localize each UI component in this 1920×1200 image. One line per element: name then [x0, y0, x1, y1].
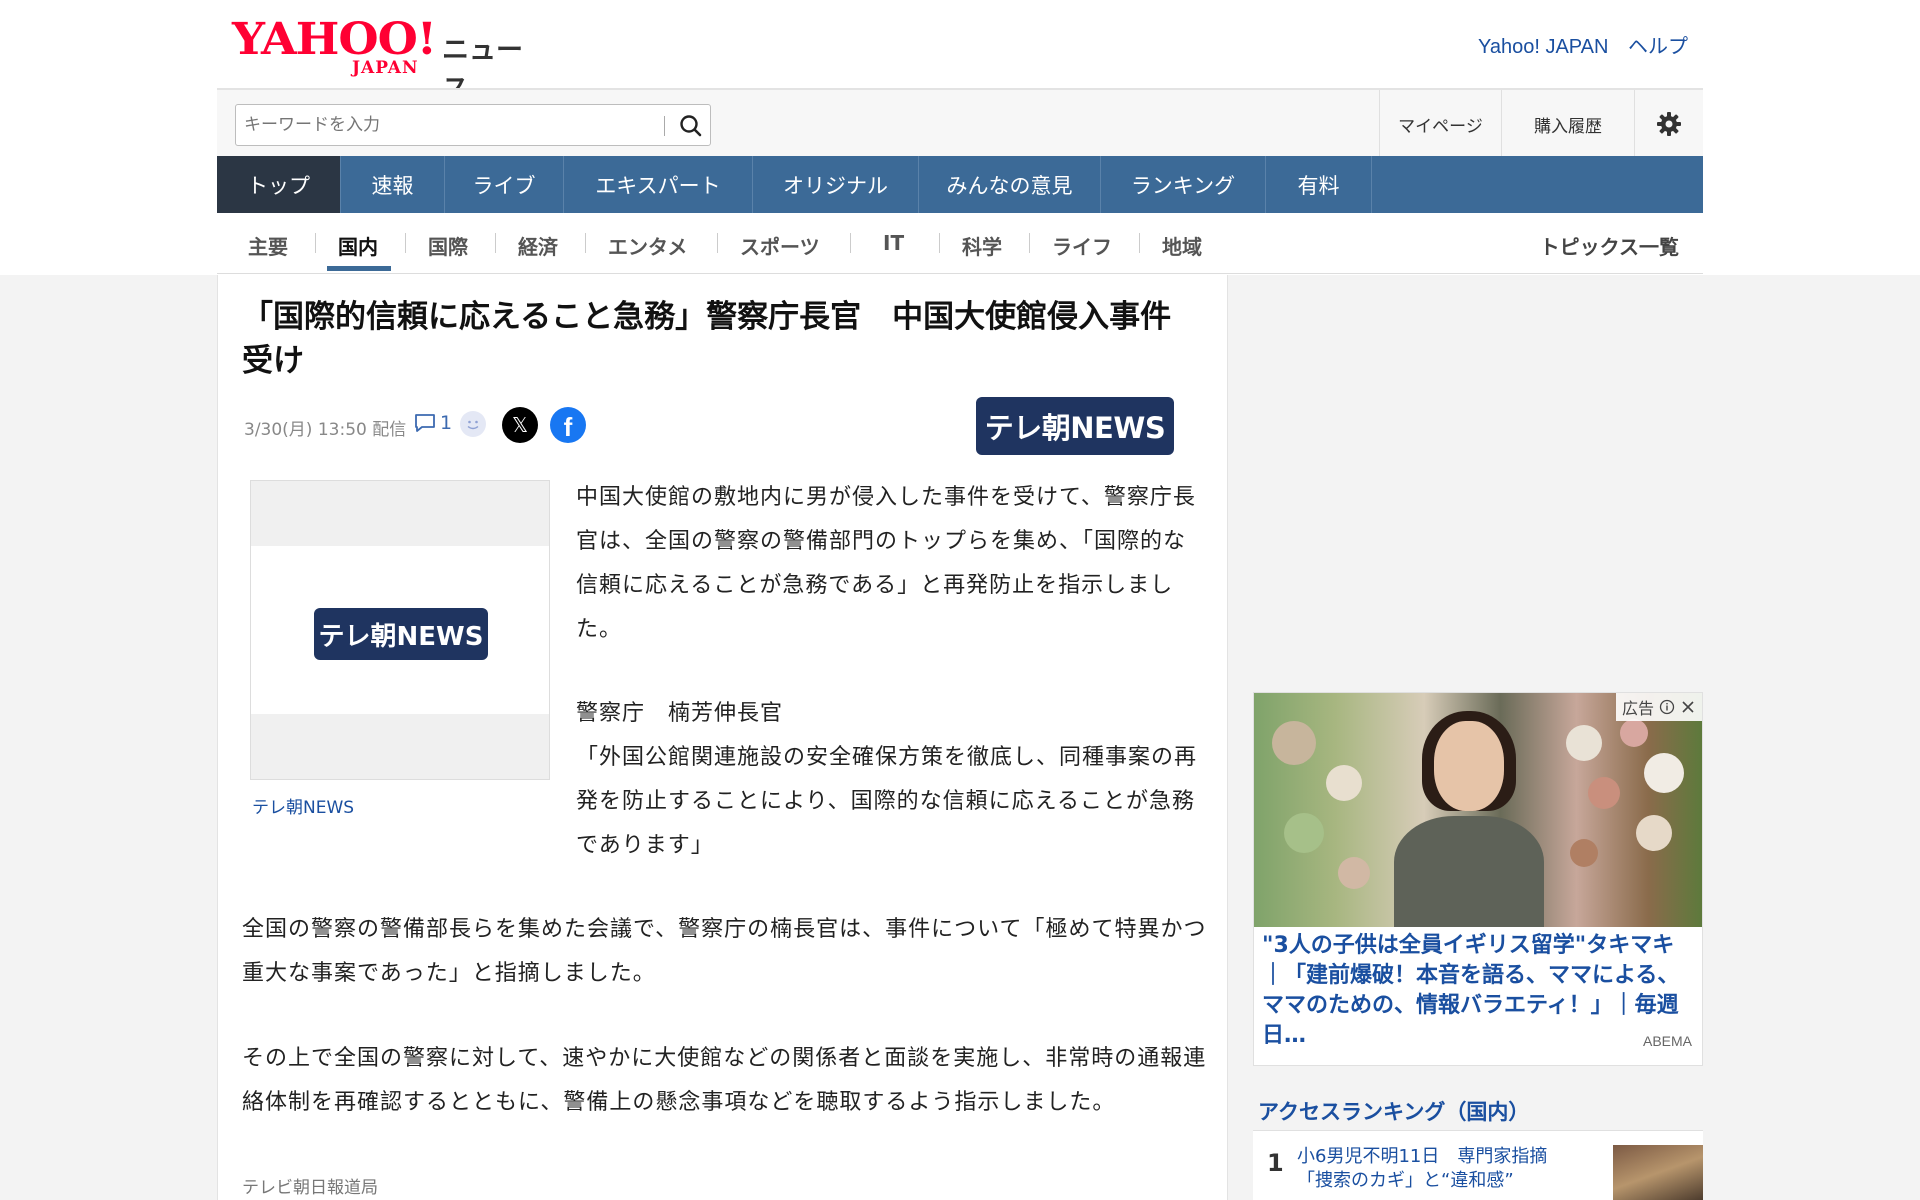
category-world[interactable]: 国際 [428, 231, 468, 260]
purchase-history-link[interactable]: 購入履歴 [1501, 90, 1634, 158]
help-link[interactable]: ヘルプ [1628, 36, 1688, 58]
category-divider [1139, 233, 1140, 253]
ad-badge[interactable]: 広告 [1615, 693, 1702, 721]
settings-button[interactable] [1634, 90, 1703, 158]
comment-link[interactable]: 1 [414, 412, 452, 434]
category-main[interactable]: 主要 [248, 231, 288, 260]
search-button[interactable] [676, 111, 706, 141]
header-divider [217, 273, 1703, 274]
ad-sponsor: ABEMA [1642, 1033, 1692, 1049]
header-links: Yahoo! JAPAN ヘルプ [1464, 30, 1688, 59]
ad-person [1394, 711, 1544, 927]
close-icon[interactable] [1680, 699, 1696, 715]
active-category-underline [327, 266, 391, 271]
logo-japan-text: JAPAN [352, 58, 419, 78]
category-divider [495, 233, 496, 253]
category-it[interactable]: IT [883, 231, 904, 255]
photo-caption[interactable]: テレ朝NEWS [252, 793, 354, 818]
article-paragraph: 警察庁 楠芳伸長官 [576, 701, 784, 726]
category-divider [717, 233, 718, 253]
category-local[interactable]: 地域 [1162, 231, 1202, 260]
nav-breaking[interactable]: 速報 [341, 156, 445, 213]
topics-list-link[interactable]: トピックス一覧 [1540, 231, 1679, 260]
category-divider [1029, 233, 1030, 253]
share-x-icon[interactable]: 𝕏 [502, 407, 538, 443]
search-icon [680, 115, 702, 137]
article-container: 「国際的信頼に応えること急務」警察庁長官 中国大使館侵入事件受け 3/30(月)… [217, 275, 1228, 1200]
category-science[interactable]: 科学 [962, 231, 1002, 260]
search-bar-row: マイページ 購入履歴 [217, 88, 1703, 158]
category-divider [405, 233, 406, 253]
flower-decoration [1566, 719, 1684, 867]
category-economy[interactable]: 経済 [518, 231, 558, 260]
publish-date: 3/30(月) 13:50 配信 [244, 420, 407, 440]
ad-image[interactable]: 広告 [1254, 693, 1702, 927]
reaction-icon[interactable] [460, 411, 486, 437]
flower-decoration [1272, 721, 1370, 889]
ad-title[interactable]: "3人の子供は全員イギリス留学"タキマキ｜「建前爆破！本音を語る、ママによる、マ… [1262, 931, 1696, 1051]
category-nav: 主要 国内 国際 経済 エンタメ スポーツ IT 科学 ライフ 地域 トピックス… [217, 213, 1703, 274]
yahoo-japan-link[interactable]: Yahoo! JAPAN [1478, 36, 1608, 58]
ranking-thumbnail[interactable] [1613, 1145, 1703, 1200]
category-divider [850, 233, 851, 253]
category-sports[interactable]: スポーツ [740, 231, 820, 260]
search-box [235, 104, 711, 146]
comment-count: 1 [440, 412, 453, 434]
search-input[interactable] [244, 111, 649, 139]
article-title: 「国際的信頼に応えること急務」警察庁長官 中国大使館侵入事件受け [242, 299, 1172, 379]
yahoo-news-logo[interactable]: YAHOO! JAPAN ニュース [232, 14, 542, 105]
info-icon[interactable] [1659, 699, 1675, 715]
article-paragraph: その上で全国の警察に対して、速やかに大使館などの関係者と面談を実施し、非常時の通… [242, 1046, 1207, 1115]
article-photo[interactable]: テレ朝NEWS [250, 480, 550, 780]
share-facebook-icon[interactable]: f [550, 407, 586, 443]
nav-paid[interactable]: 有料 [1266, 156, 1372, 213]
ranking-item[interactable]: 1 小6男児不明11日 専門家指摘「捜索のカギ」と“違和感” [1253, 1130, 1703, 1200]
sponsored-ad[interactable]: 広告 "3人の子供は全員イギリス留学"タキマキ｜「建前爆破！本音を語る、ママによ… [1253, 692, 1703, 1066]
comment-icon [415, 414, 435, 432]
nav-opinions[interactable]: みんなの意見 [919, 156, 1101, 213]
nav-top[interactable]: トップ [217, 156, 341, 213]
primary-nav: トップ 速報 ライブ エキスパート オリジナル みんなの意見 ランキング 有料 [217, 156, 1703, 213]
category-life[interactable]: ライフ [1052, 231, 1112, 260]
ranking-title[interactable]: アクセスランキング（国内） [1258, 1096, 1529, 1126]
category-divider [315, 233, 316, 253]
article-footer-source: テレビ朝日報道局 [242, 1178, 378, 1198]
article-paragraph: 「外国公館関連施設の安全確保方策を徹底し、同種事案の再発を防止することにより、国… [576, 745, 1198, 858]
search-divider [664, 116, 665, 136]
photo-inner: テレ朝NEWS [251, 546, 549, 714]
gear-icon [1657, 112, 1681, 136]
category-entertainment[interactable]: エンタメ [608, 231, 687, 260]
mypage-link[interactable]: マイページ [1379, 90, 1501, 158]
source-logo[interactable]: テレ朝NEWS [976, 397, 1174, 455]
photo-source-logo: テレ朝NEWS [314, 608, 488, 660]
category-divider [585, 233, 586, 253]
category-divider [939, 233, 940, 253]
ranking-headline[interactable]: 小6男児不明11日 専門家指摘「捜索のカギ」と“違和感” [1297, 1145, 1567, 1193]
ad-label: 広告 [1621, 699, 1654, 718]
ranking-number: 1 [1267, 1149, 1284, 1177]
nav-expert[interactable]: エキスパート [564, 156, 753, 213]
nav-original[interactable]: オリジナル [753, 156, 919, 213]
category-domestic[interactable]: 国内 [338, 231, 378, 260]
article-paragraph: 全国の警察の警備部長らを集めた会議で、警察庁の楠長官は、事件について「極めて特異… [242, 917, 1207, 986]
nav-ranking[interactable]: ランキング [1101, 156, 1266, 213]
nav-live[interactable]: ライブ [445, 156, 564, 213]
article-paragraph: 中国大使館の敷地内に男が侵入した事件を受けて、警察庁長官は、全国の警察の警備部門… [576, 485, 1196, 642]
